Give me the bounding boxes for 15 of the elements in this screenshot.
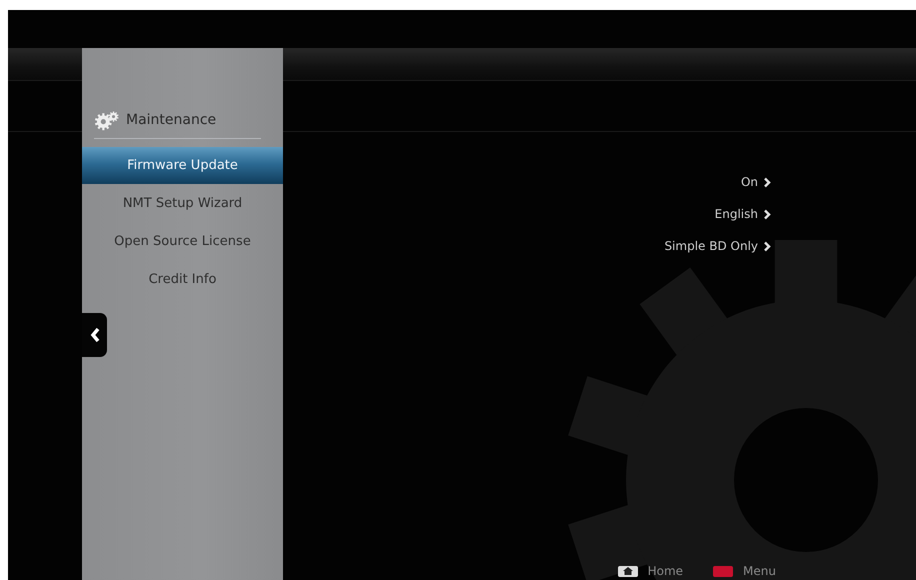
section-title: Maintenance — [126, 112, 216, 128]
setting-value[interactable]: Simple BD Only — [664, 239, 758, 253]
chevron-left-icon — [90, 327, 100, 343]
menu-item[interactable]: Credit Info — [82, 261, 283, 298]
key-hint: Home — [648, 564, 684, 578]
back-tab[interactable] — [82, 313, 107, 357]
chevron-right-icon — [763, 208, 771, 220]
menu-item[interactable]: Firmware Update — [82, 147, 283, 184]
chevron-right-icon — [763, 240, 771, 252]
menu-item[interactable]: NMT Setup Wizard — [82, 185, 283, 222]
chevron-right-icon — [763, 176, 771, 188]
menu-item[interactable]: Open Source License — [82, 223, 283, 260]
setting-value[interactable]: On — [740, 175, 758, 189]
setting-value[interactable]: English — [714, 207, 758, 221]
key-hint: Menu — [743, 564, 776, 578]
